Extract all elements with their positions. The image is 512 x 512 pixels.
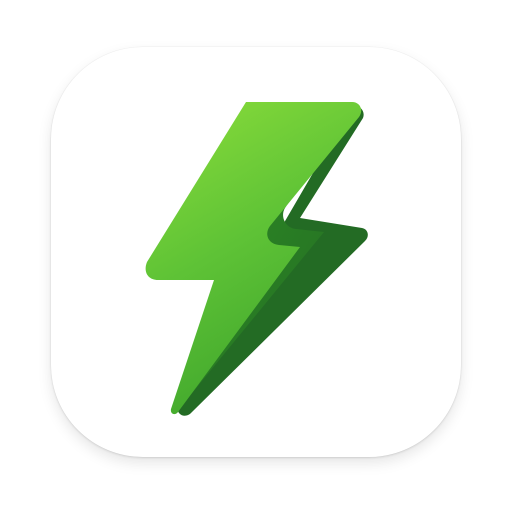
lightning-bolt-icon bbox=[145, 102, 368, 416]
canvas bbox=[0, 0, 512, 512]
